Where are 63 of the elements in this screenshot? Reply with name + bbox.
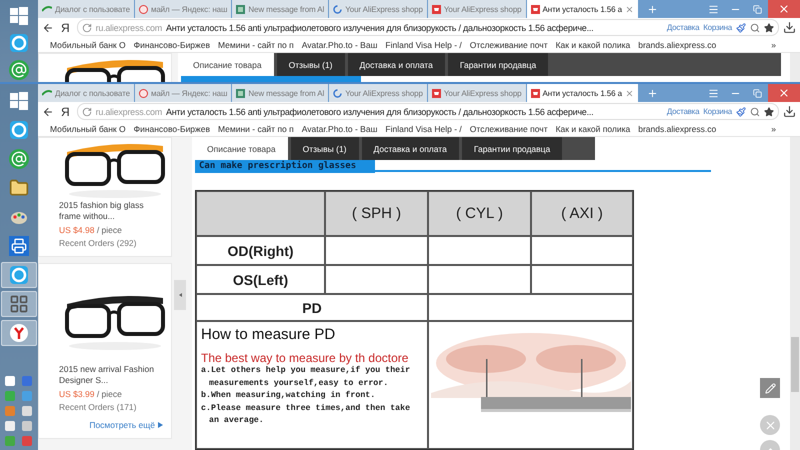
- bookmark-link[interactable]: Мемини - сайт по п: [218, 124, 294, 134]
- browser-logo[interactable]: Я: [58, 104, 73, 118]
- bookmark-link[interactable]: Avatar.Pho.to - Ваш: [302, 40, 378, 50]
- bookmark-link[interactable]: brands.aliexpress.co: [638, 40, 716, 50]
- bookmark-link[interactable]: Finland Visa Help - /: [385, 124, 462, 134]
- browser-tab[interactable]: New message from Al: [232, 0, 328, 18]
- measure-step: b.When measuring,watching in front.: [201, 390, 423, 402]
- address-link[interactable]: Доставка: [666, 23, 700, 32]
- product-name[interactable]: 2015 fashion big glass frame withou...: [59, 200, 163, 222]
- product-tab[interactable]: Доставка и оплата: [362, 137, 459, 160]
- recent-orders: Recent Orders (171): [59, 402, 138, 412]
- bookmark-link[interactable]: Как и какой полика: [556, 124, 630, 134]
- measure-title: How to measure PD: [201, 326, 336, 343]
- bookmark-link[interactable]: Отслеживание почт: [470, 40, 548, 50]
- bookmark-link[interactable]: Avatar.Pho.to - Ваш: [302, 124, 378, 134]
- product-tab[interactable]: Доставка и оплата: [348, 53, 445, 76]
- product-tab[interactable]: Описание товара: [195, 137, 288, 160]
- browser-tab[interactable]: майл — Яндекс: наш: [134, 0, 232, 18]
- bookmark-link[interactable]: brands.aliexpress.co: [638, 124, 716, 134]
- address-link[interactable]: Доставка: [666, 107, 700, 116]
- table-row-label: PD: [196, 294, 428, 321]
- measure-step: c.Please measure three times,and then take an average.: [201, 402, 423, 428]
- product-tab[interactable]: Гарантии продавца: [462, 137, 562, 160]
- page-title: Анти усталость 1.56 anti ультрафиолетового излучения для близорукость / дальнозоркость 1.56 асфериче...: [166, 106, 594, 116]
- product-tab[interactable]: Гарантии продавца: [448, 53, 548, 76]
- browser-tab[interactable]: Анти усталость 1.56 а: [526, 0, 638, 18]
- bookmark-link[interactable]: Мобильный банк О: [50, 124, 126, 134]
- bookmark-link[interactable]: Отслеживание почт: [470, 124, 548, 134]
- bookmarks-overflow[interactable]: »: [771, 124, 788, 134]
- address-domain: ru.aliexpress.com: [96, 106, 162, 116]
- see-more-link[interactable]: Посмотреть ещё: [89, 420, 163, 430]
- table-header-cell: ( SPH ): [325, 191, 428, 236]
- measure-subtitle: The best way to measure by th doctore: [201, 351, 410, 365]
- table-row-label: OS(Left): [196, 265, 325, 294]
- page-title: Анти усталость 1.56 anti ультрафиолетового излучения для близорукость / дальнозоркость 1.56 асфериче...: [166, 22, 594, 32]
- bookmark-link[interactable]: Finland Visa Help - /: [385, 40, 462, 50]
- bookmark-link[interactable]: Как и какой полика: [556, 40, 630, 50]
- banner-text: Can make prescription glasses: [195, 160, 375, 173]
- bookmark-link[interactable]: Мемини - сайт по п: [218, 40, 294, 50]
- product-price: US $3.99 / piece: [59, 389, 123, 399]
- address-domain: ru.aliexpress.com: [96, 22, 162, 32]
- bookmark-link[interactable]: Мобильный банк О: [50, 40, 126, 50]
- product-price: US $4.98 / piece: [59, 225, 123, 235]
- product-tab[interactable]: Описание товара: [181, 53, 274, 76]
- measure-step: a.Let others help you measure,if you their measurements yourself,easy to error.: [201, 365, 423, 390]
- address-field[interactable]: ru.aliexpress.com Анти усталость 1.56 anti ультрафиолетового излучения для близорукость / дальнозоркость 1.56 асфериче... Доставка Корзина: [76, 19, 779, 36]
- bookmark-link[interactable]: Финансово-Биржев: [134, 40, 210, 50]
- product-name[interactable]: 2015 new arrival Fashion Designer S...: [59, 364, 163, 386]
- browser-tab[interactable]: майл — Яндекс: наш: [134, 84, 232, 102]
- table-header-cell: ( CYL ): [428, 191, 531, 236]
- address-field[interactable]: ru.aliexpress.com Анти усталость 1.56 anti ультрафиолетового излучения для близорукость / дальнозоркость 1.56 асфериче... Доставка Корзина: [76, 103, 779, 120]
- table-header-cell: ( AXI ): [531, 191, 633, 236]
- browser-tab[interactable]: New message from Al: [232, 84, 328, 102]
- browser-logo[interactable]: Я: [58, 20, 73, 34]
- product-tab[interactable]: Отзывы (1): [290, 137, 358, 160]
- product-tab[interactable]: Отзывы (1): [276, 53, 344, 76]
- browser-tab[interactable]: Анти усталость 1.56 а: [526, 84, 638, 102]
- address-link[interactable]: Корзина: [703, 107, 732, 116]
- recent-orders: Recent Orders (292): [59, 238, 138, 248]
- bookmarks-overflow[interactable]: »: [771, 40, 788, 50]
- address-link[interactable]: Корзина: [703, 23, 732, 32]
- bookmark-link[interactable]: Финансово-Биржев: [134, 124, 210, 134]
- table-row-label: OD(Right): [196, 236, 325, 265]
